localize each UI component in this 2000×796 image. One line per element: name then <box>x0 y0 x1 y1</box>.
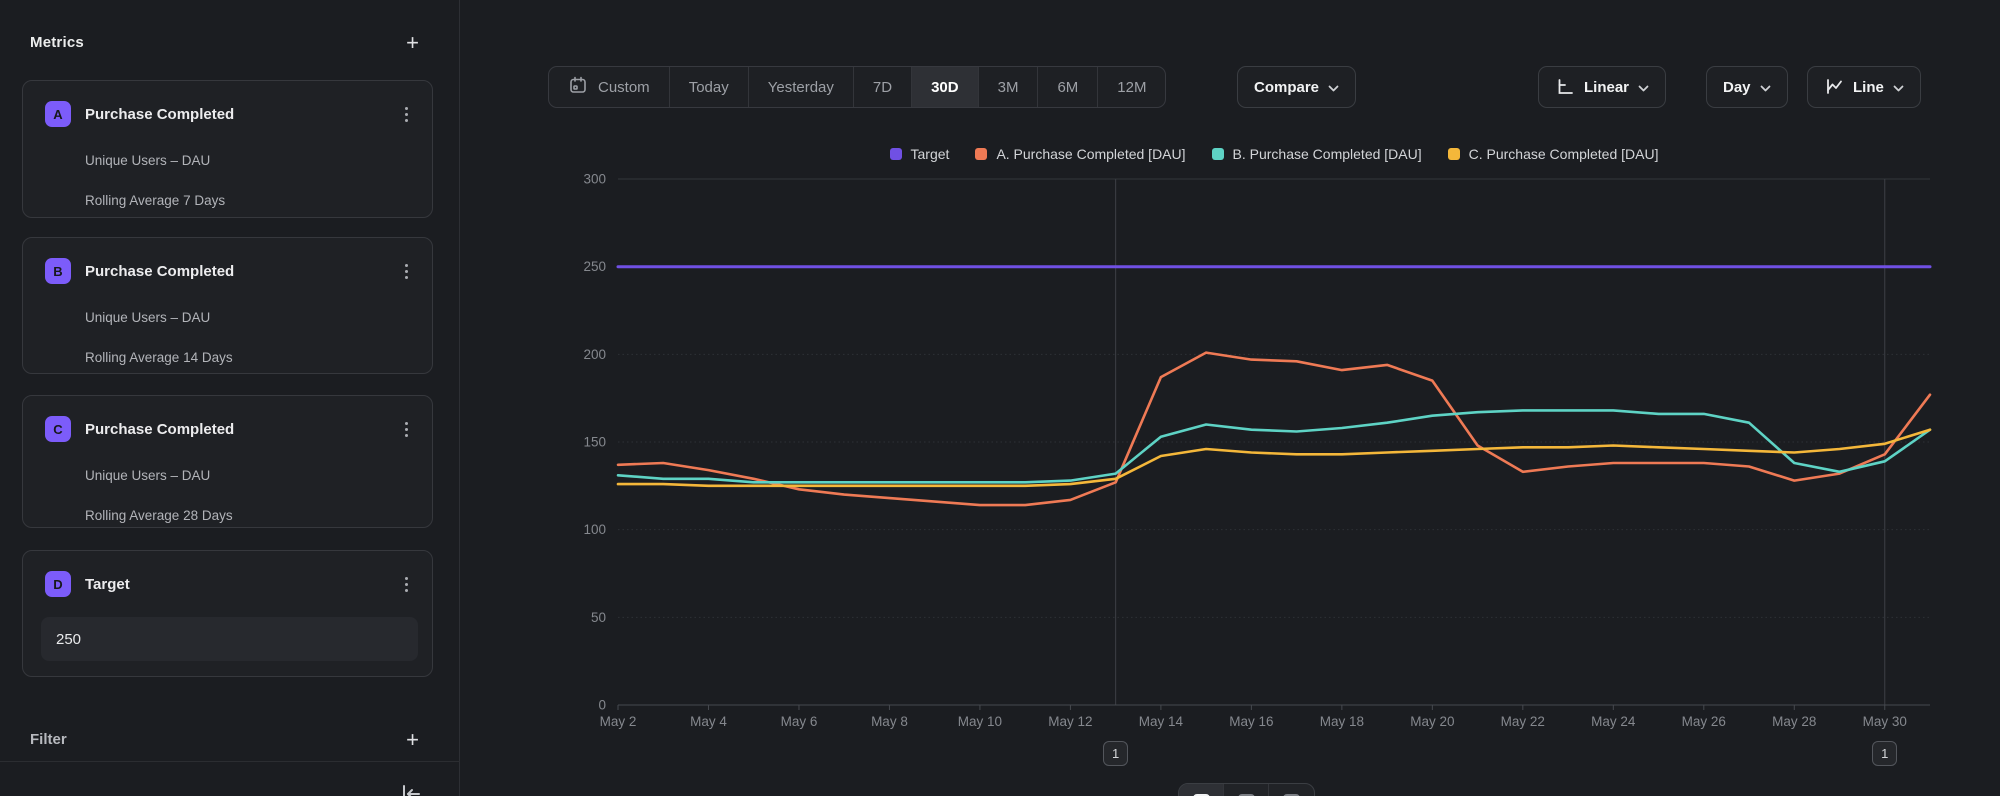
metric-card-c[interactable]: C Purchase Completed Unique Users – DAU … <box>22 395 433 528</box>
x-tick-label: May 2 <box>600 714 637 729</box>
metric-badge-c: C <box>45 416 71 442</box>
metric-measure: Unique Users – DAU <box>85 310 414 325</box>
metric-title: Purchase Completed <box>85 106 399 123</box>
x-tick-label: May 16 <box>1229 714 1273 729</box>
x-tick-label: May 4 <box>690 714 727 729</box>
x-tick-label: May 28 <box>1772 714 1816 729</box>
x-tick-label: May 6 <box>781 714 818 729</box>
chart-style-mini-control <box>1178 783 1315 796</box>
annotation-badge[interactable]: 1 <box>1103 741 1128 766</box>
collapse-sidebar-icon[interactable] <box>400 783 424 796</box>
chart-style-option-1[interactable] <box>1179 784 1224 796</box>
metric-badge-d: D <box>45 571 71 597</box>
metric-card-b[interactable]: B Purchase Completed Unique Users – DAU … <box>22 237 433 374</box>
x-tick-label: May 18 <box>1320 714 1364 729</box>
y-tick-label: 50 <box>591 610 606 625</box>
metric-measure: Unique Users – DAU <box>85 468 414 483</box>
x-tick-label: May 22 <box>1501 714 1545 729</box>
x-tick-label: May 10 <box>958 714 1002 729</box>
line-chart[interactable]: 0 50 100 150 200 250 300 May 2 May 4 May 6 May 8 Ma… <box>460 0 2000 796</box>
metric-card-a[interactable]: A Purchase Completed Unique Users – DAU … <box>22 80 433 218</box>
y-tick-label: 250 <box>583 259 606 274</box>
metrics-sidebar: Metrics + A Purchase Completed Unique Us… <box>0 0 460 796</box>
metrics-title: Metrics <box>30 34 84 51</box>
x-tick-label: May 12 <box>1048 714 1092 729</box>
target-card[interactable]: D Target <box>22 550 433 677</box>
chart-style-option-2[interactable] <box>1224 784 1269 796</box>
x-tick-label: May 20 <box>1410 714 1454 729</box>
annotation-badge[interactable]: 1 <box>1872 741 1897 766</box>
more-options-icon[interactable] <box>399 573 414 596</box>
x-tick-label: May 8 <box>871 714 908 729</box>
series-line-b[interactable] <box>618 410 1930 482</box>
target-title: Target <box>85 576 399 593</box>
y-tick-label: 0 <box>598 698 606 713</box>
y-tick-label: 150 <box>583 435 606 450</box>
x-tick-label: May 14 <box>1139 714 1184 729</box>
divider <box>0 761 460 762</box>
metrics-header: Metrics + <box>30 34 419 51</box>
metric-measure: Unique Users – DAU <box>85 153 414 168</box>
series-line-c[interactable] <box>618 430 1930 486</box>
add-metric-button[interactable]: + <box>406 35 419 51</box>
chart-style-option-3[interactable] <box>1269 784 1314 796</box>
filter-title: Filter <box>30 731 67 748</box>
metric-transform: Rolling Average 7 Days <box>85 193 414 208</box>
metric-transform: Rolling Average 28 Days <box>85 508 414 523</box>
metric-title: Purchase Completed <box>85 421 399 438</box>
metric-title: Purchase Completed <box>85 263 399 280</box>
filter-section: Filter + <box>30 731 419 748</box>
y-tick-label: 100 <box>583 522 606 537</box>
x-tick-label: May 24 <box>1591 714 1636 729</box>
add-filter-button[interactable]: + <box>406 732 419 748</box>
metric-badge-b: B <box>45 258 71 284</box>
more-options-icon[interactable] <box>399 260 414 283</box>
more-options-icon[interactable] <box>399 103 414 126</box>
metric-badge-a: A <box>45 101 71 127</box>
y-tick-label: 200 <box>583 347 606 362</box>
chart-panel: Custom Today Yesterday 7D 30D 3M 6M 12M … <box>460 0 2000 796</box>
y-tick-label: 300 <box>583 172 606 187</box>
metric-transform: Rolling Average 14 Days <box>85 350 414 365</box>
target-value-input[interactable] <box>41 617 418 661</box>
more-options-icon[interactable] <box>399 418 414 441</box>
x-tick-label: May 26 <box>1682 714 1726 729</box>
x-tick-label: May 30 <box>1863 714 1907 729</box>
